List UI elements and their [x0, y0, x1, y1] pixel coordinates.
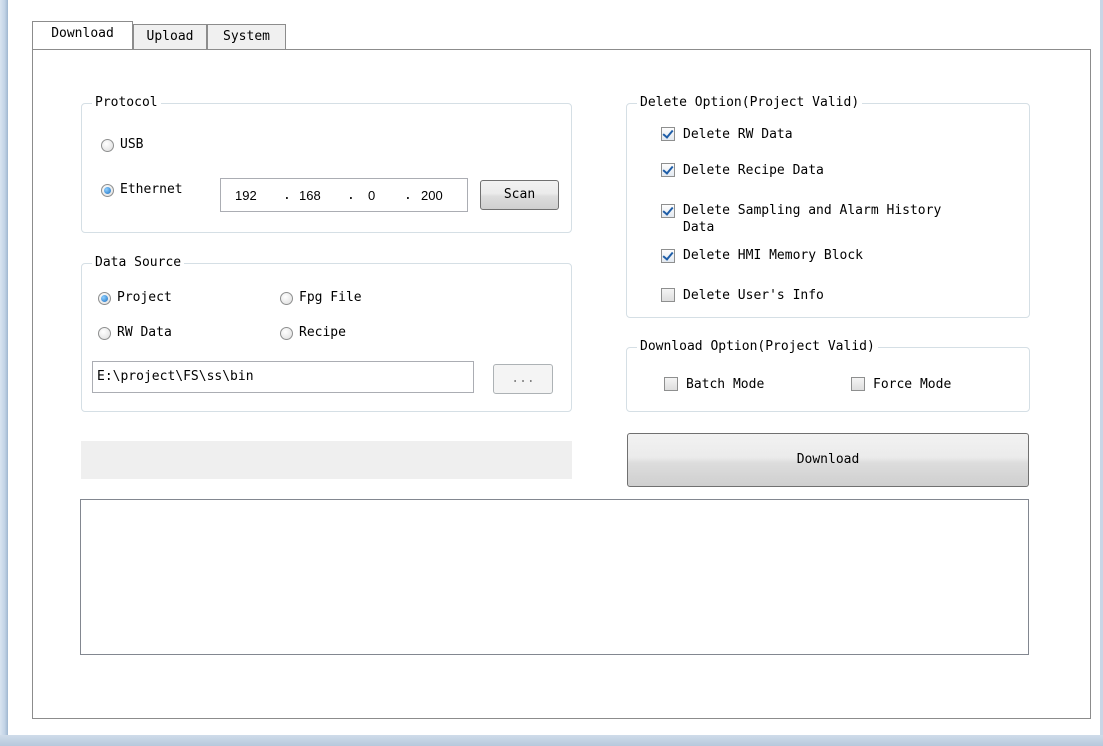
ip-octet-2[interactable]: 168: [299, 188, 321, 204]
delete-recipe-data-label[interactable]: Delete Recipe Data: [683, 163, 824, 179]
ip-octet-3[interactable]: 0: [368, 188, 375, 204]
project-label[interactable]: Project: [117, 290, 172, 306]
delete-users-info-label[interactable]: Delete User's Info: [683, 288, 824, 304]
usb-radio[interactable]: [101, 139, 114, 152]
force-mode-label[interactable]: Force Mode: [873, 377, 951, 393]
window-frame-left: [0, 0, 8, 746]
log-output[interactable]: [80, 499, 1029, 655]
protocol-legend: Protocol: [92, 94, 161, 112]
usb-label[interactable]: USB: [120, 137, 143, 153]
download-button[interactable]: Download: [627, 433, 1029, 487]
ip-address-field[interactable]: 192 . 168 . 0 . 200: [220, 178, 468, 212]
download-option-legend: Download Option(Project Valid): [637, 338, 878, 356]
force-mode-checkbox[interactable]: [851, 377, 865, 391]
delete-sampling-alarm-label-line2[interactable]: Data: [683, 220, 714, 236]
recipe-radio[interactable]: [280, 327, 293, 340]
batch-mode-checkbox[interactable]: [664, 377, 678, 391]
batch-mode-label[interactable]: Batch Mode: [686, 377, 764, 393]
protocol-group: Protocol: [81, 94, 572, 233]
delete-hmi-memory-checkbox[interactable]: [661, 249, 675, 263]
tab-download[interactable]: Download: [32, 21, 133, 49]
ip-octet-1[interactable]: 192: [235, 188, 257, 204]
delete-recipe-data-checkbox[interactable]: [661, 163, 675, 177]
delete-option-legend: Delete Option(Project Valid): [637, 94, 863, 112]
fpg-file-radio[interactable]: [280, 292, 293, 305]
fpg-file-label[interactable]: Fpg File: [299, 290, 362, 306]
ip-dot-3: .: [404, 188, 412, 203]
browse-button[interactable]: ...: [493, 364, 553, 394]
window-frame-bottom: [0, 735, 1103, 746]
data-source-legend: Data Source: [92, 254, 185, 272]
path-input[interactable]: E:\project\FS\ss\bin: [92, 361, 474, 393]
ip-octet-4[interactable]: 200: [421, 188, 443, 204]
scan-button[interactable]: Scan: [480, 180, 559, 210]
ip-dot-2: .: [347, 188, 355, 203]
ip-dot-1: .: [283, 188, 291, 203]
progress-bar: [81, 441, 572, 479]
delete-rw-data-checkbox[interactable]: [661, 127, 675, 141]
rw-data-label[interactable]: RW Data: [117, 325, 172, 341]
tab-upload[interactable]: Upload: [133, 24, 207, 49]
tab-system[interactable]: System: [207, 24, 286, 49]
ethernet-label[interactable]: Ethernet: [120, 182, 183, 198]
delete-sampling-alarm-checkbox[interactable]: [661, 204, 675, 218]
rw-data-radio[interactable]: [98, 327, 111, 340]
delete-rw-data-label[interactable]: Delete RW Data: [683, 127, 793, 143]
recipe-label[interactable]: Recipe: [299, 325, 346, 341]
delete-users-info-checkbox[interactable]: [661, 288, 675, 302]
project-radio[interactable]: [98, 292, 111, 305]
delete-sampling-alarm-label[interactable]: Delete Sampling and Alarm History: [683, 203, 941, 219]
delete-hmi-memory-label[interactable]: Delete HMI Memory Block: [683, 248, 863, 264]
ethernet-radio[interactable]: [101, 184, 114, 197]
